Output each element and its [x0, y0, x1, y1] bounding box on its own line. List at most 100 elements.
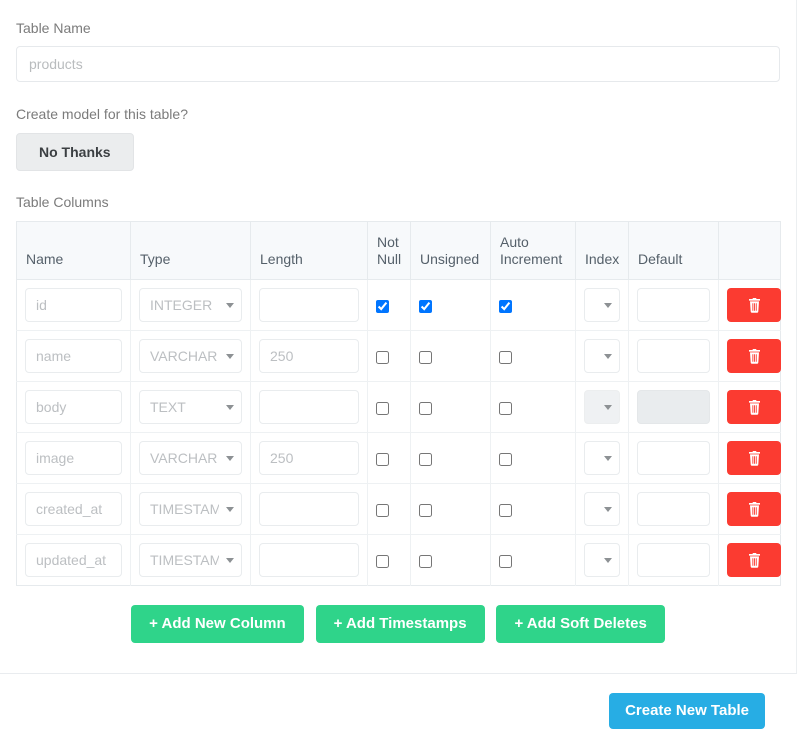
cell-type: TEXT	[130, 381, 251, 433]
not-null-checkbox-5[interactable]	[376, 554, 389, 568]
cell-auto-increment	[490, 432, 576, 484]
footer-bar: Create New Table	[0, 674, 797, 731]
cell-length	[250, 381, 368, 433]
auto-increment-checkbox-5[interactable]	[499, 554, 512, 568]
column-name-input-0[interactable]	[25, 288, 122, 322]
auto-increment-checkbox-0[interactable]	[499, 299, 512, 313]
delete-column-button-0[interactable]	[727, 288, 781, 322]
cell-index	[575, 381, 629, 433]
cell-length	[250, 483, 368, 535]
column-type-select-5[interactable]: TIMESTAMP	[139, 543, 242, 577]
column-index-select-1[interactable]	[584, 339, 620, 373]
delete-column-button-1[interactable]	[727, 339, 781, 373]
cell-default	[628, 534, 719, 586]
cell-index	[575, 483, 629, 535]
column-length-input-1[interactable]	[259, 339, 359, 373]
delete-column-button-2[interactable]	[727, 390, 781, 424]
table-row: INTEGER	[16, 279, 781, 331]
column-index-select-3[interactable]	[584, 441, 620, 475]
auto-increment-checkbox-2[interactable]	[499, 401, 512, 415]
column-name-input-5[interactable]	[25, 543, 122, 577]
auto-increment-checkbox-3[interactable]	[499, 452, 512, 466]
column-length-input-3[interactable]	[259, 441, 359, 475]
create-model-label: Create model for this table?	[16, 106, 188, 122]
cell-unsigned	[410, 483, 491, 535]
delete-column-button-5[interactable]	[727, 543, 781, 577]
cell-type: TIMESTAMP	[130, 534, 251, 586]
cell-auto-increment	[490, 330, 576, 382]
not-null-checkbox-1[interactable]	[376, 350, 389, 364]
trash-icon	[727, 348, 781, 364]
cell-length	[250, 330, 368, 382]
cell-type: VARCHAR	[130, 432, 251, 484]
cell-name	[16, 432, 131, 484]
unsigned-checkbox-0[interactable]	[419, 299, 432, 313]
cell-index	[575, 534, 629, 586]
column-length-input-5[interactable]	[259, 543, 359, 577]
column-length-input-2[interactable]	[259, 390, 359, 424]
cell-not-null	[367, 381, 411, 433]
cell-auto-increment	[490, 483, 576, 535]
add-timestamps-button[interactable]: + Add Timestamps	[315, 605, 485, 643]
cell-actions	[718, 381, 781, 433]
column-index-select-4[interactable]	[584, 492, 620, 526]
unsigned-checkbox-1[interactable]	[419, 350, 432, 364]
delete-column-button-3[interactable]	[727, 441, 781, 475]
column-type-select-4[interactable]: TIMESTAMP	[139, 492, 242, 526]
table-columns-grid: Name Type Length Not Null Unsigned Auto …	[16, 221, 781, 586]
add-new-column-button[interactable]: + Add New Column	[131, 605, 304, 643]
auto-increment-checkbox-1[interactable]	[499, 350, 512, 364]
cell-auto-increment	[490, 381, 576, 433]
table-row: TIMESTAMP	[16, 483, 781, 535]
no-thanks-button[interactable]: No Thanks	[16, 133, 134, 171]
column-default-input-0[interactable]	[637, 288, 710, 322]
column-name-input-2[interactable]	[25, 390, 122, 424]
cell-default	[628, 279, 719, 331]
not-null-checkbox-2[interactable]	[376, 401, 389, 415]
not-null-checkbox-0[interactable]	[376, 299, 389, 313]
column-name-input-4[interactable]	[25, 492, 122, 526]
cell-unsigned	[410, 432, 491, 484]
cell-auto-increment	[490, 279, 576, 331]
unsigned-checkbox-5[interactable]	[419, 554, 432, 568]
column-name-input-1[interactable]	[25, 339, 122, 373]
column-type-select-2[interactable]: TEXT	[139, 390, 242, 424]
table-columns-label: Table Columns	[16, 194, 109, 210]
create-table-page: Table Name Create model for this table? …	[0, 0, 812, 731]
auto-increment-checkbox-4[interactable]	[499, 503, 512, 517]
delete-column-button-4[interactable]	[727, 492, 781, 526]
column-type-select-3[interactable]: VARCHAR	[139, 441, 242, 475]
column-length-input-0[interactable]	[259, 288, 359, 322]
column-length-input-4[interactable]	[259, 492, 359, 526]
column-default-input-4[interactable]	[637, 492, 710, 526]
panel-right-edge	[796, 0, 797, 673]
cell-name	[16, 330, 131, 382]
table-row: VARCHAR	[16, 330, 781, 382]
column-default-input-3[interactable]	[637, 441, 710, 475]
add-soft-deletes-button[interactable]: + Add Soft Deletes	[496, 605, 665, 643]
unsigned-checkbox-3[interactable]	[419, 452, 432, 466]
cell-type: INTEGER	[130, 279, 251, 331]
table-name-input[interactable]	[16, 46, 780, 82]
col-header-type: Type	[130, 221, 251, 280]
grid-body: INTEGER VARCHAR TEXT VARCHAR TIMESTAMP TIMEST…	[16, 279, 781, 586]
column-default-input-1[interactable]	[637, 339, 710, 373]
cell-unsigned	[410, 534, 491, 586]
column-type-select-1[interactable]: VARCHAR	[139, 339, 242, 373]
not-null-checkbox-4[interactable]	[376, 503, 389, 517]
not-null-checkbox-3[interactable]	[376, 452, 389, 466]
cell-name	[16, 483, 131, 535]
cell-default	[628, 432, 719, 484]
column-index-select-0[interactable]	[584, 288, 620, 322]
cell-not-null	[367, 279, 411, 331]
create-new-table-button[interactable]: Create New Table	[609, 693, 765, 729]
unsigned-checkbox-2[interactable]	[419, 401, 432, 415]
trash-icon	[727, 501, 781, 517]
cell-auto-increment	[490, 534, 576, 586]
unsigned-checkbox-4[interactable]	[419, 503, 432, 517]
column-default-input-5[interactable]	[637, 543, 710, 577]
column-type-select-0[interactable]: INTEGER	[139, 288, 242, 322]
column-index-select-5[interactable]	[584, 543, 620, 577]
column-name-input-3[interactable]	[25, 441, 122, 475]
